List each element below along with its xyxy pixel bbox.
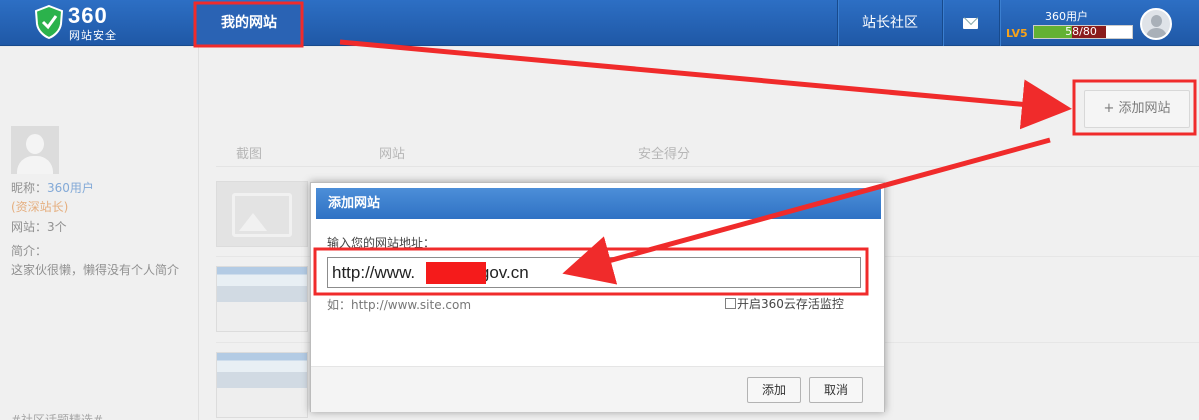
dialog-header[interactable]: 添加网站 xyxy=(316,188,881,219)
url-prefix: http://www. xyxy=(332,263,416,282)
mail-button[interactable] xyxy=(942,0,999,46)
nav-divider xyxy=(999,0,1000,46)
nav-community[interactable]: 站长社区 xyxy=(838,0,942,46)
site-url-input[interactable]: http://www. .gov.cn xyxy=(327,257,861,288)
cloud-monitor-option[interactable]: 开启360云存活监控 xyxy=(725,295,844,312)
cloud-monitor-label: 开启360云存活监控 xyxy=(737,297,844,311)
add-site-dialog: 添加网站 输入您的网站地址： http://www. .gov.cn 如：http… xyxy=(310,182,885,412)
logo-number: 360 xyxy=(68,3,108,28)
level-badge: LV5 xyxy=(1006,27,1028,40)
site-logo[interactable]: 360 网站安全 xyxy=(34,3,134,42)
avatar-head xyxy=(1151,15,1162,27)
mail-icon xyxy=(963,18,978,29)
nav-my-sites[interactable]: 我的网站 xyxy=(196,4,302,46)
top-navigation-bar: 360 网站安全 我的网站 站长社区 360用户 LV5 58/80 xyxy=(0,0,1199,46)
add-button[interactable]: 添加 xyxy=(747,377,801,403)
user-name[interactable]: 360用户 xyxy=(1045,8,1088,24)
redaction-block xyxy=(426,262,486,284)
level-progress-text: 58/80 xyxy=(1065,25,1097,38)
logo-subtitle: 网站安全 xyxy=(69,29,117,42)
cloud-monitor-checkbox[interactable] xyxy=(725,298,736,309)
dialog-title: 添加网站 xyxy=(328,196,381,211)
cancel-button[interactable]: 取消 xyxy=(809,377,863,403)
avatar-body xyxy=(1146,28,1167,38)
shield-logo-icon xyxy=(34,5,64,39)
url-example-hint: 如：http://www.site.com xyxy=(327,298,472,312)
site-url-label: 输入您的网站地址： xyxy=(327,236,436,250)
user-avatar[interactable] xyxy=(1140,8,1172,40)
